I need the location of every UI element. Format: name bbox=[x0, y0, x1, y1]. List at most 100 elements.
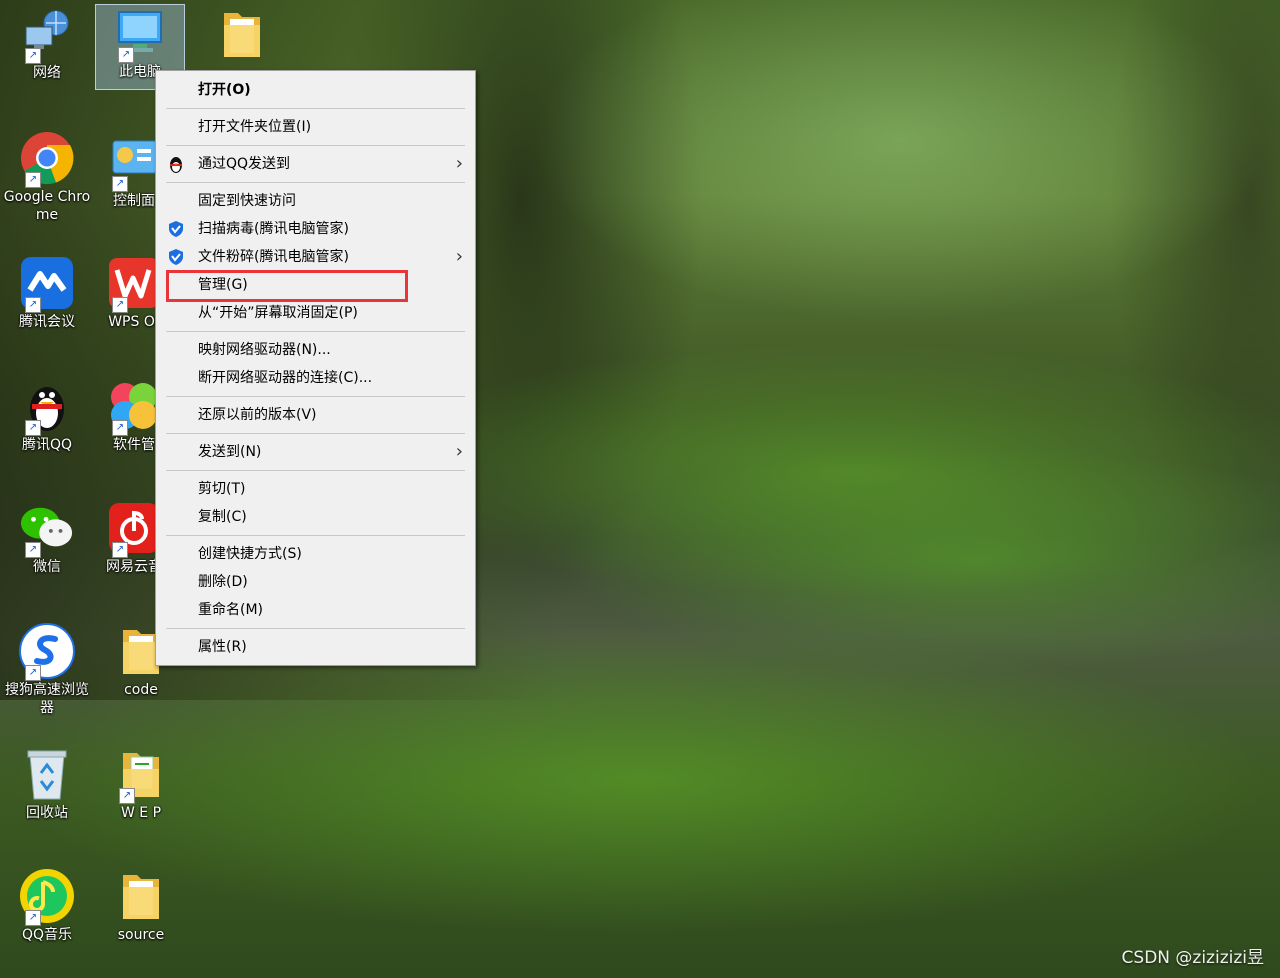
recycle-bin-icon bbox=[19, 746, 75, 802]
wps-icon: ↗ bbox=[106, 255, 162, 313]
shortcut-arrow-icon: ↗ bbox=[25, 420, 41, 436]
menu-item-open-file-location[interactable]: 打开文件夹位置(I) bbox=[156, 113, 475, 141]
desktop-icon-chrome[interactable]: ↗ Google Chrome bbox=[3, 130, 91, 224]
menu-item-label: 扫描病毒(腾讯电脑管家) bbox=[198, 221, 349, 237]
qq-music-icon: ↗ bbox=[19, 868, 75, 926]
menu-item-scan-virus[interactable]: 扫描病毒(腾讯电脑管家) bbox=[156, 215, 475, 243]
submenu-arrow-icon: › bbox=[455, 153, 463, 174]
shortcut-arrow-icon: ↗ bbox=[112, 297, 128, 313]
desktop-icon-label: code bbox=[124, 682, 158, 698]
menu-separator bbox=[166, 145, 465, 146]
computer-icon: ↗ bbox=[112, 5, 168, 63]
menu-item-properties[interactable]: 属性(R) bbox=[156, 633, 475, 661]
desktop-icon-label: W E P bbox=[120, 805, 162, 821]
desktop-icon-label: 腾讯会议 bbox=[19, 314, 75, 330]
menu-item-label: 从“开始”屏幕取消固定(P) bbox=[198, 305, 358, 321]
desktop-icon-wechat[interactable]: ↗ 微信 bbox=[3, 500, 91, 576]
submenu-arrow-icon: › bbox=[455, 246, 463, 267]
shortcut-arrow-icon: ↗ bbox=[112, 176, 128, 192]
shortcut-arrow-icon: ↗ bbox=[112, 542, 128, 558]
menu-item-label: 断开网络驱动器的连接(C)... bbox=[198, 370, 373, 386]
menu-item-rename[interactable]: 重命名(M) bbox=[156, 596, 475, 624]
menu-item-label: 剪切(T) bbox=[198, 481, 246, 497]
menu-separator bbox=[166, 470, 465, 471]
submenu-arrow-icon: › bbox=[455, 441, 463, 462]
desktop-icon-label: source bbox=[117, 927, 165, 943]
menu-item-unpin-start[interactable]: 从“开始”屏幕取消固定(P) bbox=[156, 299, 475, 327]
menu-item-label: 文件粉碎(腾讯电脑管家) bbox=[198, 249, 349, 265]
menu-item-delete[interactable]: 删除(D) bbox=[156, 568, 475, 596]
wechat-icon: ↗ bbox=[19, 500, 75, 558]
qq-penguin-icon: ↗ bbox=[19, 378, 75, 436]
desktop-icon-folder[interactable] bbox=[198, 6, 286, 64]
menu-item-label: 删除(D) bbox=[198, 574, 248, 590]
desktop-icon-label: 回收站 bbox=[26, 805, 68, 821]
shield-icon bbox=[167, 248, 185, 266]
menu-item-label: 重命名(M) bbox=[198, 602, 264, 618]
software-manager-icon: ↗ bbox=[106, 378, 162, 436]
shield-icon bbox=[167, 220, 185, 238]
menu-separator bbox=[166, 628, 465, 629]
desktop-icon-tencent-meeting[interactable]: ↗ 腾讯会议 bbox=[3, 255, 91, 331]
folder-icon bbox=[113, 868, 169, 924]
network-icon: ↗ bbox=[19, 6, 75, 64]
menu-item-send-via-qq[interactable]: 通过QQ发送到 › bbox=[156, 150, 475, 178]
netease-music-icon: ↗ bbox=[106, 500, 162, 558]
desktop-icon-qq-music[interactable]: ↗ QQ音乐 bbox=[3, 868, 91, 944]
menu-item-label: 打开(O) bbox=[198, 82, 251, 98]
menu-item-cut[interactable]: 剪切(T) bbox=[156, 475, 475, 503]
menu-item-create-shortcut[interactable]: 创建快捷方式(S) bbox=[156, 540, 475, 568]
desktop-icon-label: QQ音乐 bbox=[21, 927, 73, 943]
desktop-icon-source-folder[interactable]: source bbox=[97, 868, 185, 944]
annotation-highlight-box bbox=[166, 270, 408, 302]
desktop-icon-recycle-bin[interactable]: 回收站 bbox=[3, 746, 91, 822]
menu-item-label: 映射网络驱动器(N)... bbox=[198, 342, 331, 358]
control-panel-icon: ↗ bbox=[106, 134, 162, 192]
folder-icon bbox=[214, 6, 270, 62]
menu-separator bbox=[166, 182, 465, 183]
desktop-icon-sogou[interactable]: ↗ 搜狗高速浏览器 bbox=[0, 623, 95, 717]
menu-item-restore-previous-versions[interactable]: 还原以前的版本(V) bbox=[156, 401, 475, 429]
desktop-icon-label: 微信 bbox=[33, 559, 61, 575]
shortcut-arrow-icon: ↗ bbox=[25, 297, 41, 313]
menu-item-label: 创建快捷方式(S) bbox=[198, 546, 302, 562]
menu-item-disconnect-network-drive[interactable]: 断开网络驱动器的连接(C)... bbox=[156, 364, 475, 392]
qq-penguin-icon bbox=[167, 155, 185, 173]
menu-item-file-shredder[interactable]: 文件粉碎(腾讯电脑管家) › bbox=[156, 243, 475, 271]
shortcut-arrow-icon: ↗ bbox=[25, 542, 41, 558]
menu-item-label: 通过QQ发送到 bbox=[198, 156, 291, 172]
menu-item-label: 打开文件夹位置(I) bbox=[198, 119, 312, 135]
menu-separator bbox=[166, 535, 465, 536]
menu-item-send-to[interactable]: 发送到(N) › bbox=[156, 438, 475, 466]
menu-separator bbox=[166, 331, 465, 332]
menu-item-map-network-drive[interactable]: 映射网络驱动器(N)... bbox=[156, 336, 475, 364]
menu-item-open[interactable]: 打开(O) bbox=[156, 76, 475, 104]
desktop-icon-network[interactable]: ↗ 网络 bbox=[3, 6, 91, 82]
menu-separator bbox=[166, 433, 465, 434]
shortcut-arrow-icon: ↗ bbox=[25, 172, 41, 188]
menu-separator bbox=[166, 396, 465, 397]
shortcut-arrow-icon: ↗ bbox=[118, 47, 134, 63]
menu-separator bbox=[166, 108, 465, 109]
shortcut-arrow-icon: ↗ bbox=[25, 910, 41, 926]
shortcut-arrow-icon: ↗ bbox=[25, 665, 41, 681]
menu-item-pin-quick-access[interactable]: 固定到快速访问 bbox=[156, 187, 475, 215]
desktop-icon-label: 腾讯QQ bbox=[21, 437, 73, 453]
desktop-icon-label: 网络 bbox=[33, 65, 61, 81]
shortcut-arrow-icon: ↗ bbox=[25, 48, 41, 64]
shortcut-arrow-icon: ↗ bbox=[112, 420, 128, 436]
menu-item-label: 还原以前的版本(V) bbox=[198, 407, 317, 423]
desktop-icon-qq[interactable]: ↗ 腾讯QQ bbox=[3, 378, 91, 454]
tencent-meeting-icon: ↗ bbox=[19, 255, 75, 313]
watermark-text: CSDN @zizizizi昱 bbox=[1121, 948, 1264, 968]
desktop-icon-wep[interactable]: ↗ W E P bbox=[97, 746, 185, 822]
desktop-icon-label: Google Chrome bbox=[3, 189, 91, 223]
menu-item-label: 固定到快速访问 bbox=[198, 193, 296, 209]
folder-icon: ↗ bbox=[113, 746, 169, 804]
menu-item-copy[interactable]: 复制(C) bbox=[156, 503, 475, 531]
menu-item-label: 属性(R) bbox=[198, 639, 247, 655]
menu-item-label: 复制(C) bbox=[198, 509, 247, 525]
chrome-icon: ↗ bbox=[19, 130, 75, 188]
context-menu: 打开(O) 打开文件夹位置(I) 通过QQ发送到 › 固定到快速访问 扫描病毒(… bbox=[155, 70, 476, 666]
desktop-icon-label: 搜狗高速浏览器 bbox=[5, 682, 89, 716]
